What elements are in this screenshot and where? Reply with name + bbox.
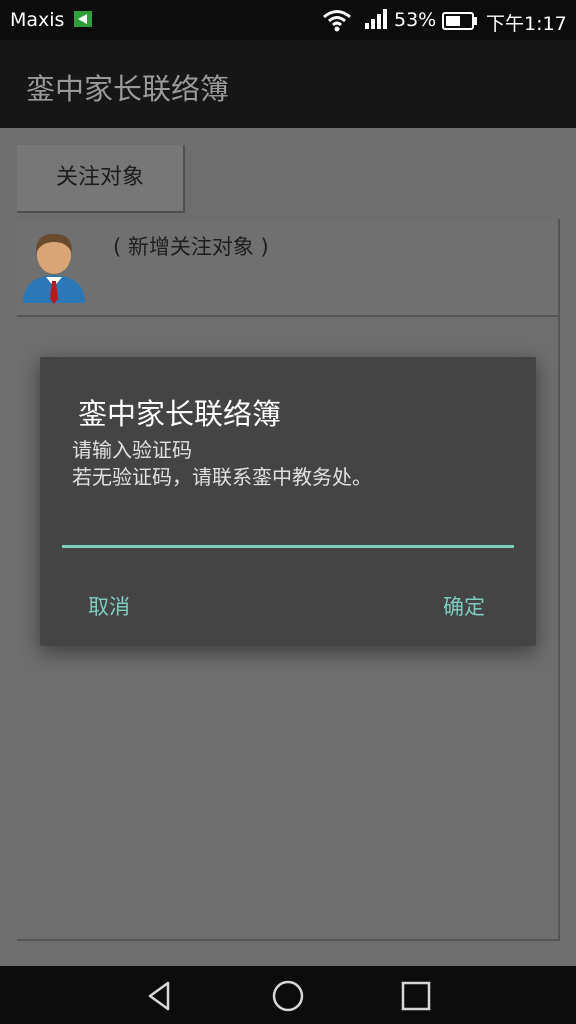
app-title: 銮中家长联络簿 [26, 72, 230, 106]
status-time: 下午1:17 [486, 13, 567, 35]
battery-percent: 53% [394, 9, 437, 31]
recents-icon[interactable] [398, 978, 434, 1014]
carrier-name: Maxis [10, 9, 65, 31]
add-target-label: ( 新增关注对象 ) [113, 235, 269, 259]
dialog-title: 銮中家长联络簿 [78, 397, 282, 431]
list-item[interactable]: ( 新增关注对象 ) [17, 219, 560, 317]
home-icon[interactable] [270, 978, 306, 1014]
ok-button[interactable]: 确定 [443, 591, 485, 621]
notification-flag-icon [74, 11, 92, 27]
dialog-message-line2: 若无验证码，请联系銮中教务处。 [72, 465, 372, 489]
back-icon[interactable] [142, 978, 178, 1014]
navigation-bar [0, 966, 576, 1024]
dialog-message-line1: 请输入验证码 [72, 438, 192, 462]
cancel-button[interactable]: 取消 [88, 591, 130, 621]
person-avatar-icon [23, 233, 85, 304]
verification-code-input[interactable] [62, 507, 514, 548]
battery-icon [442, 12, 477, 30]
wifi-icon [323, 10, 351, 32]
verification-dialog: 銮中家长联络簿 请输入验证码 若无验证码，请联系銮中教务处。 取消 确定 [40, 357, 536, 646]
app-bar: 銮中家长联络簿 [0, 40, 576, 128]
signal-icon [365, 9, 387, 29]
status-bar: Maxis 53% 下午1:17 [0, 0, 576, 40]
tab-followed-targets[interactable]: 关注对象 [17, 145, 185, 213]
